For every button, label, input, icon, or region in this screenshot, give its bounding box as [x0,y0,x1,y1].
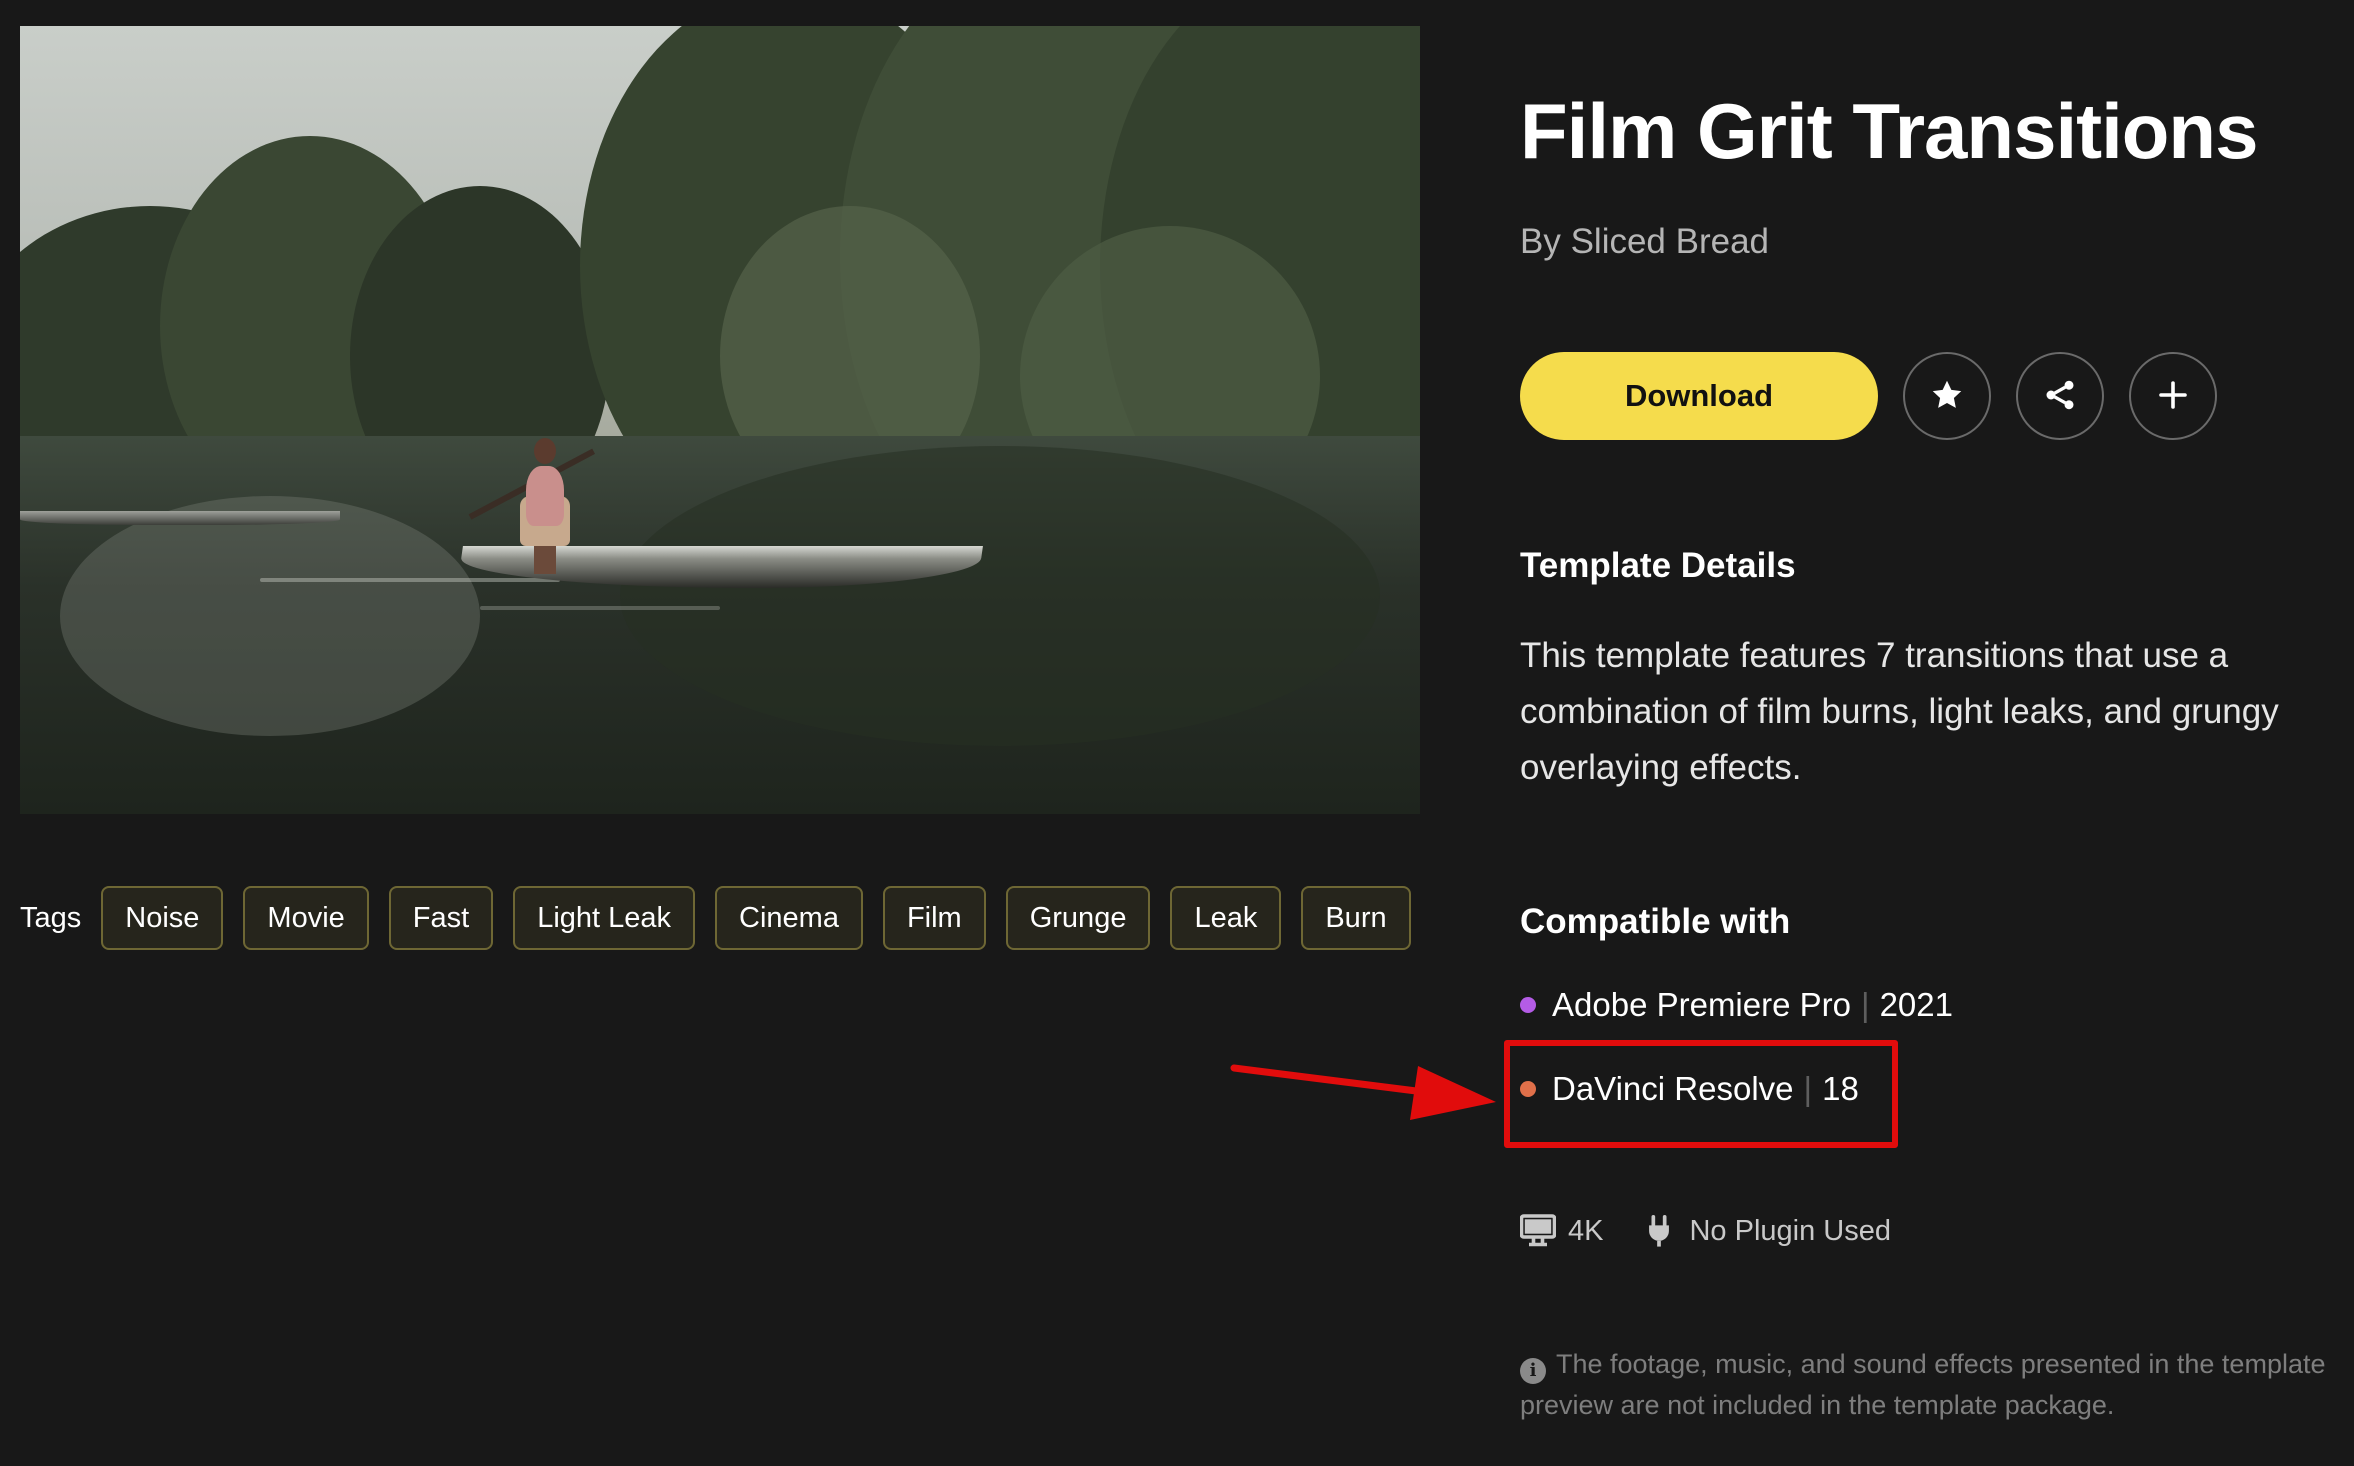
page-title: Film Grit Transitions [1520,87,2258,175]
compatible-app-name: Adobe Premiere Pro [1552,986,1851,1023]
preview-person-head [534,438,556,464]
preview-ripple [260,578,560,582]
tag-chip[interactable]: Leak [1170,886,1282,950]
resolution-label: 4K [1568,1214,1604,1247]
info-icon: i [1520,1357,1546,1384]
download-button[interactable]: Download [1520,352,1878,440]
tag-chip[interactable]: Fast [388,886,494,950]
plug-icon [1641,1214,1677,1248]
preview-person-legs [534,544,556,574]
share-icon [2042,377,2078,416]
monitor-icon [1520,1214,1556,1248]
compatible-app-premiere: Adobe Premiere Pro | 2021 [1520,986,1953,1024]
version-separator: | [1860,986,1870,1023]
plugin-label: No Plugin Used [1689,1214,1891,1247]
preview-ripple [480,606,720,610]
plus-icon [2155,377,2191,416]
template-description: This template features 7 transitions tha… [1520,636,2279,787]
annotation-arrow-icon [1230,1064,1496,1120]
tag-chip[interactable]: Cinema [715,886,863,950]
compatible-with-heading: Compatible with [1520,902,1791,941]
author-byline[interactable]: By Sliced Bread [1520,222,1769,262]
tag-chip[interactable]: Noise [101,886,224,950]
annotation-highlight-box [1504,1040,1898,1148]
action-bar: Download [1520,352,2217,440]
star-icon [1929,377,1965,416]
preview-far-boat [20,511,340,525]
tag-chip[interactable]: Light Leak [513,886,696,950]
tag-chip[interactable]: Grunge [1005,886,1151,950]
compatible-app-version: 2021 [1879,986,1953,1023]
add-to-collection-button[interactable] [2129,352,2217,440]
template-page: Tags Noise Movie Fast Light Leak Cinema … [0,0,2354,1466]
preview-disclaimer: i The footage, music, and sound effects p… [1520,1344,2340,1426]
premiere-dot-icon [1520,997,1536,1013]
preview-reflection [60,496,480,736]
tags-label: Tags [20,901,82,934]
tag-chip[interactable]: Movie [243,886,369,950]
preview-person-body [526,466,564,526]
tag-chip[interactable]: Film [882,886,986,950]
share-button[interactable] [2016,352,2104,440]
favorite-button[interactable] [1903,352,1991,440]
tags-row: Tags Noise Movie Fast Light Leak Cinema … [20,886,1411,950]
disclaimer-text: The footage, music, and sound effects pr… [1520,1349,2326,1420]
template-meta: 4K No Plugin Used [1520,1214,1891,1248]
preview-reflection [620,446,1380,746]
tag-chip[interactable]: Burn [1301,886,1411,950]
template-details-heading: Template Details [1520,546,1796,585]
template-preview-image[interactable] [20,26,1420,814]
